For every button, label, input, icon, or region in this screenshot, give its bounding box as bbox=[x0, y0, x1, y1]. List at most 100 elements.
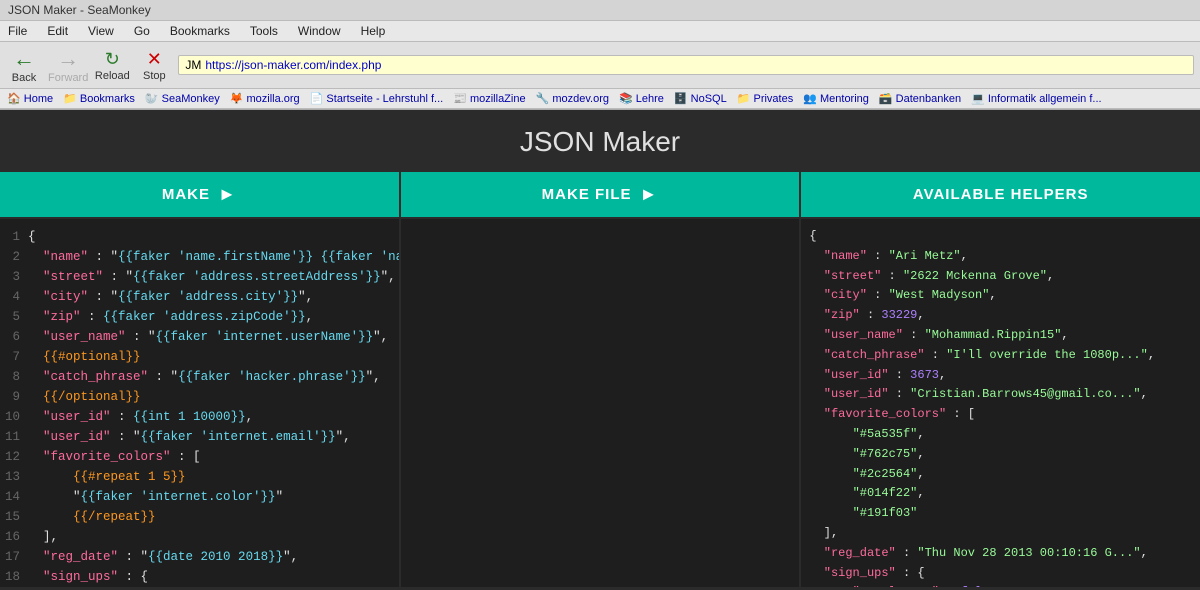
helpers-panel: { "name" : "Ari Metz", "street" : "2622 … bbox=[799, 217, 1200, 587]
bookmark-privates[interactable]: 📁 Privates bbox=[734, 91, 797, 106]
make-file-tab-arrow: ► bbox=[640, 184, 659, 205]
line-content: {{#optional}} bbox=[28, 347, 141, 367]
line-content: "reg_date" : "{{date 2010 2018}}", bbox=[28, 547, 298, 567]
helpers-tab[interactable]: AVAILABLE HELPERS bbox=[799, 172, 1200, 217]
line-number: 11 bbox=[0, 427, 28, 447]
bookmark-lehre[interactable]: 📚 Lehre bbox=[616, 91, 667, 106]
table-row: 14 "{{faker 'internet.color'}}" bbox=[0, 487, 399, 507]
menu-help[interactable]: Help bbox=[357, 23, 390, 39]
table-row: 18 "sign_ups" : { bbox=[0, 567, 399, 587]
app-title: JSON Maker bbox=[0, 110, 1200, 172]
back-button[interactable]: ← Back bbox=[6, 46, 42, 84]
line-number: 2 bbox=[0, 247, 28, 267]
bookmark-seamonkey[interactable]: 🦭 SeaMonkey bbox=[142, 91, 223, 106]
forward-label: Forward bbox=[48, 72, 88, 84]
back-icon: ← bbox=[13, 46, 35, 72]
list-item: { bbox=[809, 227, 1192, 247]
menu-tools[interactable]: Tools bbox=[246, 23, 282, 39]
line-content: ], bbox=[28, 527, 58, 547]
url-favicon: JM bbox=[185, 58, 201, 72]
page-title-bar: JSON Maker - SeaMonkey bbox=[8, 3, 151, 17]
make-tab[interactable]: MAKE ► bbox=[0, 172, 399, 217]
line-content: "user_id" : {{int 1 10000}}, bbox=[28, 407, 253, 427]
line-content: "city" : "{{faker 'address.city'}}", bbox=[28, 287, 313, 307]
menu-edit[interactable]: Edit bbox=[43, 23, 72, 39]
bookmark-mozilla[interactable]: 🦊 mozilla.org bbox=[227, 91, 303, 106]
table-row: 17 "reg_date" : "{{date 2010 2018}}", bbox=[0, 547, 399, 567]
url-text: https://json-maker.com/index.php bbox=[205, 58, 381, 72]
line-content: {{/repeat}} bbox=[28, 507, 156, 527]
bookmark-informatik[interactable]: 💻 Informatik allgemein f... bbox=[968, 91, 1104, 106]
table-row: 1{ bbox=[0, 227, 399, 247]
make-file-tab[interactable]: MAKE FILE ► bbox=[399, 172, 800, 217]
bookmark-datenbanken[interactable]: 🗃️ Datenbanken bbox=[876, 91, 964, 106]
line-content: "favorite_colors" : [ bbox=[28, 447, 201, 467]
code-area[interactable]: 1{2 "name" : "{{faker 'name.firstName'}}… bbox=[0, 219, 399, 587]
table-row: 16 ], bbox=[0, 527, 399, 547]
nav-bar: ← Back → Forward ↻ Reload ✕ Stop JM http… bbox=[0, 42, 1200, 89]
table-row: 8 "catch_phrase" : "{{faker 'hacker.phra… bbox=[0, 367, 399, 387]
tab-bar: MAKE ► MAKE FILE ► AVAILABLE HELPERS bbox=[0, 172, 1200, 217]
list-item: "newsletter" : false bbox=[809, 583, 1192, 587]
line-content: {{/optional}} bbox=[28, 387, 141, 407]
bookmark-mozdev[interactable]: 🔧 mozdev.org bbox=[533, 91, 612, 106]
line-number: 15 bbox=[0, 507, 28, 527]
reload-label: Reload bbox=[95, 70, 130, 82]
page-content: JSON Maker MAKE ► MAKE FILE ► AVAILABLE … bbox=[0, 110, 1200, 590]
line-number: 16 bbox=[0, 527, 28, 547]
make-file-area bbox=[401, 219, 800, 587]
table-row: 15 {{/repeat}} bbox=[0, 507, 399, 527]
line-number: 4 bbox=[0, 287, 28, 307]
menu-bookmarks[interactable]: Bookmarks bbox=[166, 23, 234, 39]
forward-icon: → bbox=[57, 46, 79, 72]
bookmark-mozillazine[interactable]: 📰 mozillaZine bbox=[450, 91, 528, 106]
reload-icon: ↻ bbox=[105, 49, 120, 70]
line-content: "sign_ups" : { bbox=[28, 567, 148, 587]
helpers-content: { "name" : "Ari Metz", "street" : "2622 … bbox=[801, 219, 1200, 587]
line-number: 3 bbox=[0, 267, 28, 287]
bookmark-startseite[interactable]: 📄 Startseite - Lehrstuhl f... bbox=[307, 91, 447, 106]
line-content: {{#repeat 1 5}} bbox=[28, 467, 186, 487]
helpers-tab-label: AVAILABLE HELPERS bbox=[913, 186, 1089, 203]
reload-button[interactable]: ↻ Reload bbox=[94, 49, 130, 82]
list-item: "city" : "West Madyson", bbox=[809, 286, 1192, 306]
line-number: 9 bbox=[0, 387, 28, 407]
bookmarks-bar: 🏠 Home 📁 Bookmarks 🦭 SeaMonkey 🦊 mozilla… bbox=[0, 89, 1200, 109]
forward-button[interactable]: → Forward bbox=[48, 46, 88, 84]
bookmark-home[interactable]: 🏠 Home bbox=[4, 91, 56, 106]
make-tab-arrow: ► bbox=[218, 184, 237, 205]
line-content: "user_id" : "{{faker 'internet.email'}}"… bbox=[28, 427, 351, 447]
make-file-panel bbox=[399, 217, 800, 587]
list-item: "zip" : 33229, bbox=[809, 306, 1192, 326]
make-file-tab-label: MAKE FILE bbox=[542, 186, 632, 203]
list-item: "user_name" : "Mohammad.Rippin15", bbox=[809, 326, 1192, 346]
list-item: "#2c2564", bbox=[809, 465, 1192, 485]
bookmark-bookmarks[interactable]: 📁 Bookmarks bbox=[60, 91, 138, 106]
url-bar[interactable]: JM https://json-maker.com/index.php bbox=[178, 55, 1194, 75]
editor-panel: 1{2 "name" : "{{faker 'name.firstName'}}… bbox=[0, 217, 399, 587]
stop-button[interactable]: ✕ Stop bbox=[136, 49, 172, 82]
stop-icon: ✕ bbox=[147, 49, 162, 70]
line-number: 1 bbox=[0, 227, 28, 247]
list-item: "name" : "Ari Metz", bbox=[809, 247, 1192, 267]
menu-go[interactable]: Go bbox=[130, 23, 154, 39]
menu-bar: File Edit View Go Bookmarks Tools Window… bbox=[0, 21, 1200, 42]
bookmark-mentoring[interactable]: 👥 Mentoring bbox=[800, 91, 872, 106]
list-item: ], bbox=[809, 524, 1192, 544]
line-content: "zip" : {{faker 'address.zipCode'}}, bbox=[28, 307, 313, 327]
table-row: 9 {{/optional}} bbox=[0, 387, 399, 407]
menu-file[interactable]: File bbox=[4, 23, 31, 39]
list-item: "user_id" : "Cristian.Barrows45@gmail.co… bbox=[809, 385, 1192, 405]
table-row: 6 "user_name" : "{{faker 'internet.userN… bbox=[0, 327, 399, 347]
table-row: 2 "name" : "{{faker 'name.firstName'}} {… bbox=[0, 247, 399, 267]
table-row: 5 "zip" : {{faker 'address.zipCode'}}, bbox=[0, 307, 399, 327]
menu-view[interactable]: View bbox=[84, 23, 118, 39]
make-tab-label: MAKE bbox=[162, 186, 210, 203]
bookmark-nosql[interactable]: 🗄️ NoSQL bbox=[671, 91, 730, 106]
line-number: 14 bbox=[0, 487, 28, 507]
line-number: 7 bbox=[0, 347, 28, 367]
menu-window[interactable]: Window bbox=[294, 23, 345, 39]
list-item: "favorite_colors" : [ bbox=[809, 405, 1192, 425]
back-label: Back bbox=[12, 72, 36, 84]
line-content: "{{faker 'internet.color'}}" bbox=[28, 487, 283, 507]
